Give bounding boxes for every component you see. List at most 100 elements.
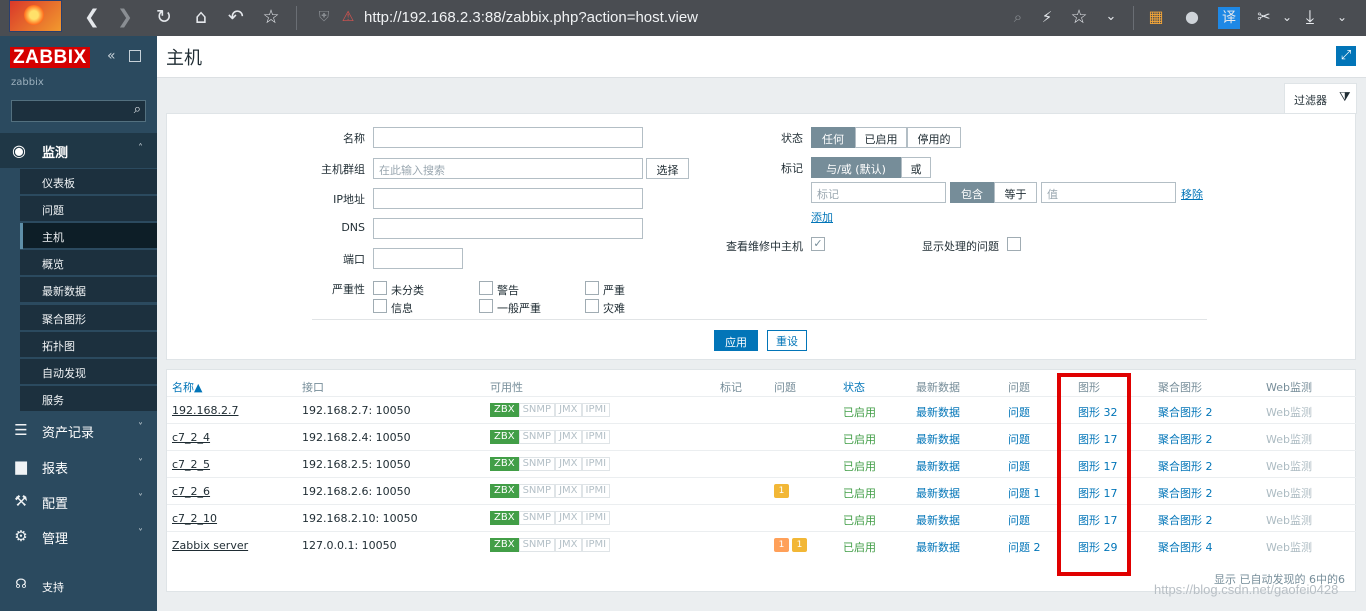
sidebar-item-dashboard[interactable]: 仪表板 <box>20 168 157 194</box>
host-status[interactable]: 已启用 <box>843 539 876 555</box>
sidebar-item-services[interactable]: 服务 <box>20 385 157 411</box>
sidebar-item-latest-data[interactable]: 最新数据 <box>20 276 157 302</box>
problems-link[interactable]: 问题 <box>1008 431 1030 447</box>
problem-count-badge[interactable]: 1 <box>792 538 807 552</box>
address-bar-url[interactable]: http://192.168.2.3:88/zabbix.php?action=… <box>364 9 698 26</box>
latest-data-link[interactable]: 最新数据 <box>916 404 960 420</box>
apply-button[interactable]: 应用 <box>714 330 758 351</box>
severity-checkbox-disaster[interactable] <box>585 299 599 313</box>
screens-link[interactable]: 聚合图形 2 <box>1158 458 1213 474</box>
host-status[interactable]: 已启用 <box>843 404 876 420</box>
hostgroup-select-button[interactable]: 选择 <box>646 158 689 179</box>
latest-data-link[interactable]: 最新数据 <box>916 458 960 474</box>
home-icon[interactable]: ⌂ <box>189 6 213 30</box>
ip-input[interactable] <box>373 188 643 209</box>
host-name-link[interactable]: 192.168.2.7 <box>172 404 238 417</box>
screens-link[interactable]: 聚合图形 4 <box>1158 539 1213 555</box>
zoom-icon[interactable]: ⌕ <box>1006 6 1030 30</box>
problems-link[interactable]: 问题 2 <box>1008 539 1041 555</box>
search-icon[interactable]: ⌕ <box>134 102 141 117</box>
filter-tab[interactable]: 过滤器 ⧩ <box>1284 83 1357 114</box>
sidebar-item-screens[interactable]: 聚合图形 <box>20 304 157 330</box>
show-maintenance-checkbox[interactable]: ✓ <box>811 237 825 251</box>
tag-add-link[interactable]: 添加 <box>811 209 833 225</box>
tag-logic-and-or[interactable]: 与/或 (默认) <box>811 157 901 178</box>
screens-link[interactable]: 聚合图形 2 <box>1158 431 1213 447</box>
severity-checkbox-average[interactable] <box>479 299 493 313</box>
collapse-sidebar-icon[interactable]: « <box>107 48 116 64</box>
sidebar-item-maps[interactable]: 拓扑图 <box>20 331 157 357</box>
latest-data-link[interactable]: 最新数据 <box>916 512 960 528</box>
tag-name-input[interactable]: 标记 <box>811 182 946 203</box>
problems-link[interactable]: 问题 <box>1008 512 1030 528</box>
tag-operator-contains[interactable]: 包含 <box>950 182 994 203</box>
flash-icon[interactable]: ⚡ <box>1035 6 1059 30</box>
reload-icon[interactable]: ↻ <box>152 6 176 30</box>
severity-checkbox-warning[interactable] <box>479 281 493 295</box>
sidebar-item-discovery[interactable]: 自动发现 <box>20 358 157 384</box>
menu-monitoring[interactable]: ◉ 监测 ˄ <box>0 133 157 168</box>
tag-remove-link[interactable]: 移除 <box>1181 186 1203 202</box>
scissors-menu-icon[interactable]: ⌄ <box>1275 6 1299 30</box>
col-header-name[interactable]: 名称▲ <box>172 379 202 395</box>
insecure-lock-icon[interactable]: ⚠ <box>336 6 360 30</box>
tag-logic-or[interactable]: 或 <box>901 157 931 178</box>
menu-administration[interactable]: ⚙ 管理 ˅ <box>0 521 157 551</box>
globe-icon[interactable]: ● <box>1180 6 1204 30</box>
host-status[interactable]: 已启用 <box>843 512 876 528</box>
problem-count-badge[interactable]: 1 <box>774 484 789 498</box>
latest-data-link[interactable]: 最新数据 <box>916 431 960 447</box>
severity-checkbox-not-classified[interactable] <box>373 281 387 295</box>
host-name-link[interactable]: c7_2_10 <box>172 512 217 525</box>
host-status[interactable]: 已启用 <box>843 431 876 447</box>
tag-value-input[interactable]: 值 <box>1041 182 1176 203</box>
sidebar-search-input[interactable]: ⌕ <box>11 100 146 122</box>
screens-link[interactable]: 聚合图形 2 <box>1158 404 1213 420</box>
host-status[interactable]: 已启用 <box>843 458 876 474</box>
host-status[interactable]: 已启用 <box>843 485 876 501</box>
menu-configuration[interactable]: ⚒ 配置 ˅ <box>0 486 157 516</box>
menu-inventory[interactable]: ☰ 资产记录 ˅ <box>0 415 157 445</box>
more-menu-icon[interactable]: ⌄ <box>1330 6 1354 30</box>
status-option-any[interactable]: 任何 <box>811 127 855 148</box>
favorite-star-icon[interactable]: ☆ <box>1067 6 1091 30</box>
problems-link[interactable]: 问题 <box>1008 404 1030 420</box>
host-name-link[interactable]: c7_2_4 <box>172 431 210 444</box>
name-input[interactable] <box>373 127 643 148</box>
sidebar-item-hosts[interactable]: 主机 <box>20 222 157 249</box>
latest-data-link[interactable]: 最新数据 <box>916 539 960 555</box>
bookmark-star-icon[interactable]: ☆ <box>259 6 283 30</box>
problem-count-badge[interactable]: 1 <box>774 538 789 552</box>
menu-reports[interactable]: ▆ 报表 ˅ <box>0 451 157 481</box>
reset-button[interactable]: 重设 <box>767 330 807 351</box>
port-input[interactable] <box>373 248 463 269</box>
severity-checkbox-information[interactable] <box>373 299 387 313</box>
back-icon[interactable]: ❮ <box>80 6 104 30</box>
translate-icon[interactable]: 译 <box>1218 7 1240 29</box>
forward-icon[interactable]: ❯ <box>113 6 137 30</box>
host-name-link[interactable]: c7_2_6 <box>172 485 210 498</box>
status-option-disabled[interactable]: 停用的 <box>907 127 961 148</box>
sidebar-item-problems[interactable]: 问题 <box>20 195 157 221</box>
undo-icon[interactable]: ↶ <box>224 6 248 30</box>
screens-link[interactable]: 聚合图形 2 <box>1158 485 1213 501</box>
sidebar-item-overview[interactable]: 概览 <box>20 249 157 275</box>
screens-link[interactable]: 聚合图形 2 <box>1158 512 1213 528</box>
zabbix-logo[interactable]: ZABBIX <box>10 47 90 68</box>
download-icon[interactable]: ⤓ <box>1298 6 1322 30</box>
col-header-status[interactable]: 状态 <box>843 379 865 395</box>
host-name-link[interactable]: c7_2_5 <box>172 458 210 471</box>
tag-operator-equals[interactable]: 等于 <box>994 182 1037 203</box>
apps-grid-icon[interactable]: ▦ <box>1144 6 1168 30</box>
fullscreen-icon[interactable]: ⤢ <box>1336 46 1356 66</box>
status-option-enabled[interactable]: 已启用 <box>855 127 907 148</box>
kiosk-mode-icon[interactable] <box>129 50 141 62</box>
latest-data-link[interactable]: 最新数据 <box>916 485 960 501</box>
dropdown-chevron-icon[interactable]: ⌄ <box>1099 6 1123 30</box>
show-suppressed-checkbox[interactable] <box>1007 237 1021 251</box>
menu-support[interactable]: ☊ 支持 <box>0 571 157 601</box>
dns-input[interactable] <box>373 218 643 239</box>
hostgroup-input[interactable]: 在此输入搜索 <box>373 158 643 179</box>
severity-checkbox-high[interactable] <box>585 281 599 295</box>
host-name-link[interactable]: Zabbix server <box>172 539 248 552</box>
